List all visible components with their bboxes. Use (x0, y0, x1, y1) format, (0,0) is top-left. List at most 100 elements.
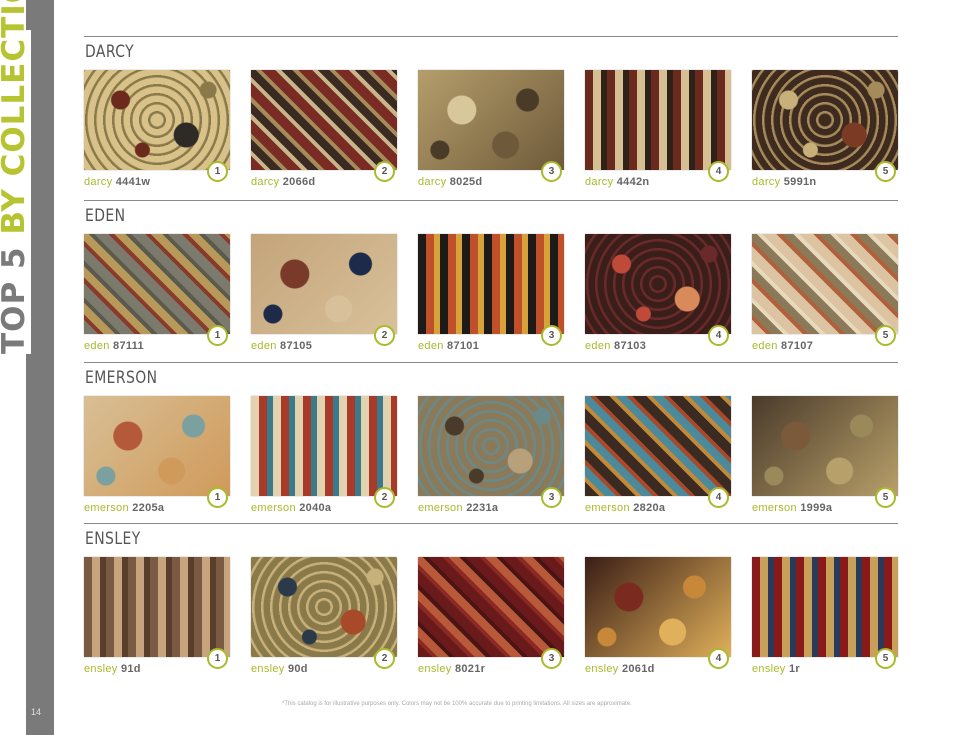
rug-label: emerson 2205a (84, 502, 230, 514)
rug-image[interactable] (418, 70, 564, 170)
rug-card[interactable]: 2 emerson 2040a (251, 396, 397, 514)
rug-collection: eden (752, 340, 778, 352)
rug-collection: darcy (585, 176, 614, 188)
rug-label: eden 87107 (752, 340, 898, 352)
rug-collection: darcy (418, 176, 447, 188)
rug-card[interactable]: 3 eden 87101 (418, 234, 564, 352)
page-number: 14 (31, 707, 42, 717)
rank-badge: 3 (541, 325, 562, 346)
rug-collection: ensley (251, 663, 285, 675)
rug-image[interactable] (251, 234, 397, 334)
rug-code: 5991n (783, 176, 817, 188)
sidebar-title-part1: TOP 5 (0, 246, 32, 354)
rug-image[interactable] (251, 396, 397, 496)
section-title: ENSLEY (85, 529, 141, 549)
rug-image[interactable] (84, 396, 230, 496)
rug-collection: darcy (84, 176, 113, 188)
sidebar-title-part2: BY COLLECTION (0, 0, 32, 235)
rug-label: ensley 1r (752, 663, 898, 675)
rug-card[interactable]: 1 eden 87111 (84, 234, 230, 352)
rug-card[interactable]: 1 emerson 2205a (84, 396, 230, 514)
rug-image[interactable] (585, 234, 731, 334)
rug-label: eden 87101 (418, 340, 564, 352)
rug-label: ensley 91d (84, 663, 230, 675)
rug-image[interactable] (84, 557, 230, 657)
rug-card[interactable]: 2 darcy 2066d (251, 70, 397, 188)
rug-label: darcy 4441w (84, 176, 230, 188)
rug-collection: ensley (418, 663, 452, 675)
rug-code: 91d (120, 663, 141, 675)
rug-label: ensley 90d (251, 663, 397, 675)
rug-code: 2066d (282, 176, 316, 188)
rug-image[interactable] (752, 557, 898, 657)
rug-card[interactable]: 5 darcy 5991n (752, 70, 898, 188)
rug-label: emerson 2231a (418, 502, 564, 514)
rank-badge: 2 (374, 487, 395, 508)
rug-collection: emerson (84, 502, 129, 514)
rug-card[interactable]: 5 ensley 1r (752, 557, 898, 675)
section-title: EDEN (85, 206, 126, 226)
rank-badge: 1 (207, 648, 228, 669)
rug-image[interactable] (585, 396, 731, 496)
rug-card[interactable]: 4 ensley 2061d (585, 557, 731, 675)
rug-card[interactable]: 3 ensley 8021r (418, 557, 564, 675)
rank-badge: 3 (541, 648, 562, 669)
rug-code: 2231a (466, 502, 499, 514)
rug-label: darcy 8025d (418, 176, 564, 188)
rug-code: 1r (788, 663, 800, 675)
rug-image[interactable] (752, 70, 898, 170)
rank-badge: 4 (708, 161, 729, 182)
rug-code: 8025d (449, 176, 483, 188)
rug-label: darcy 5991n (752, 176, 898, 188)
rug-collection: ensley (752, 663, 786, 675)
rug-image[interactable] (752, 396, 898, 496)
rug-label: eden 87111 (84, 340, 230, 352)
rug-image[interactable] (585, 557, 731, 657)
section-title: EMERSON (85, 368, 158, 388)
rug-card[interactable]: 5 eden 87107 (752, 234, 898, 352)
rug-card[interactable]: 4 darcy 4442n (585, 70, 731, 188)
section-title: DARCY (85, 42, 135, 62)
rug-collection: eden (84, 340, 110, 352)
rank-badge: 3 (541, 161, 562, 182)
rug-collection: ensley (585, 663, 619, 675)
rug-card[interactable]: 2 ensley 90d (251, 557, 397, 675)
rug-image[interactable] (418, 396, 564, 496)
rug-card[interactable]: 3 emerson 2231a (418, 396, 564, 514)
section-rule (84, 36, 898, 37)
rug-label: eden 87105 (251, 340, 397, 352)
section-rule (84, 523, 898, 524)
rug-image[interactable] (251, 557, 397, 657)
rug-image[interactable] (418, 557, 564, 657)
rug-code: 87107 (781, 340, 814, 352)
rug-label: emerson 2820a (585, 502, 731, 514)
footnote: *This catalog is for illustrative purpos… (282, 701, 632, 707)
rank-badge: 1 (207, 487, 228, 508)
rug-code: 2205a (132, 502, 165, 514)
rug-code: 87111 (113, 340, 144, 352)
rug-image[interactable] (418, 234, 564, 334)
rug-image[interactable] (251, 70, 397, 170)
rug-image[interactable] (84, 234, 230, 334)
rug-image[interactable] (84, 70, 230, 170)
rank-badge: 3 (541, 487, 562, 508)
rank-badge: 4 (708, 487, 729, 508)
rug-collection: eden (585, 340, 611, 352)
rug-image[interactable] (752, 234, 898, 334)
rug-card[interactable]: 5 emerson 1999a (752, 396, 898, 514)
rug-collection: eden (251, 340, 277, 352)
rug-card[interactable]: 1 ensley 91d (84, 557, 230, 675)
rank-badge: 2 (374, 325, 395, 346)
rug-code: 2061d (621, 663, 655, 675)
rug-card[interactable]: 4 eden 87103 (585, 234, 731, 352)
rug-code: 87101 (447, 340, 480, 352)
rank-badge: 2 (374, 648, 395, 669)
rug-card[interactable]: 2 eden 87105 (251, 234, 397, 352)
rug-label: emerson 1999a (752, 502, 898, 514)
rug-card[interactable]: 4 emerson 2820a (585, 396, 731, 514)
rug-card[interactable]: 3 darcy 8025d (418, 70, 564, 188)
rug-image[interactable] (585, 70, 731, 170)
rug-code: 4442n (616, 176, 650, 188)
rug-collection: emerson (418, 502, 463, 514)
rug-card[interactable]: 1 darcy 4441w (84, 70, 230, 188)
